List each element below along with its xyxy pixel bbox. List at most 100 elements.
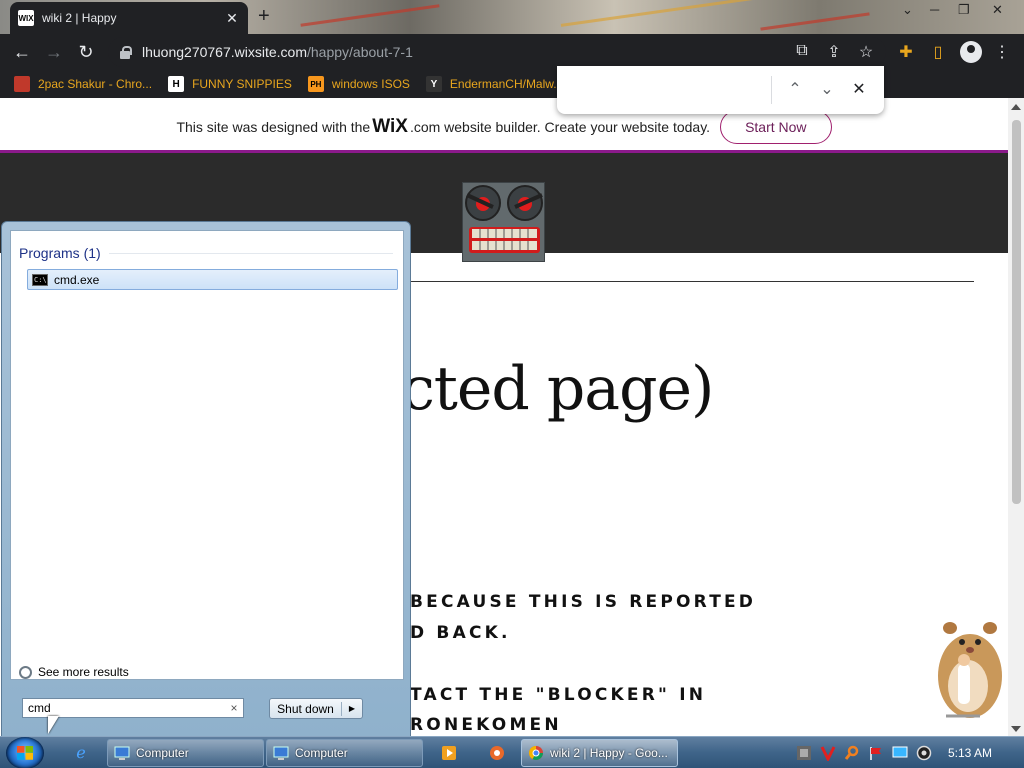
browser-tab[interactable]: WIX wiki 2 | Happy ✕ — [10, 2, 248, 34]
mouse-cursor-icon — [48, 716, 59, 734]
tray-app-icon[interactable] — [796, 745, 812, 761]
bookmark-item[interactable]: Y EndermanCH/Malw... — [425, 76, 564, 92]
youtube-icon: Y — [425, 76, 442, 92]
taskbar: ℯ Computer Computer wiki 2 | Happy - Goo… — [0, 736, 1024, 768]
see-more-label: See more results — [38, 665, 129, 679]
url-domain: lhuong270767.wixsite.com — [142, 44, 307, 60]
body-line: BECAUSE THIS IS REPORTED — [410, 592, 757, 612]
forward-arrow-icon[interactable]: → — [38, 36, 70, 68]
address-bar[interactable]: lhuong270767.wixsite.com/happy/about-7-1 — [108, 37, 886, 67]
page-scrollbar[interactable] — [1008, 98, 1024, 736]
start-search-input[interactable] — [23, 699, 225, 717]
browser-toolbar: ← → ↻ lhuong270767.wixsite.com/happy/abo… — [0, 34, 1024, 70]
ph-icon: PH — [307, 76, 324, 92]
start-menu-results: Programs (1) C:\ cmd.exe See more result… — [10, 230, 404, 680]
tray-v-icon[interactable] — [820, 745, 836, 761]
wallpaper-scribble — [560, 0, 760, 27]
tray-search-icon[interactable] — [844, 745, 860, 761]
bookmark-label: 2pac Shakur - Chro... — [38, 77, 153, 91]
tab-search-icon[interactable]: ⌄ — [902, 2, 913, 18]
taskbar-label: Computer — [136, 746, 189, 760]
shutdown-button[interactable]: Shut down ▶ — [269, 698, 363, 719]
body-line: RONEKOMEN — [410, 715, 562, 735]
wix-logo: WiX — [372, 116, 408, 137]
find-previous-icon[interactable]: ⌃ — [783, 78, 807, 102]
scroll-down-arrow-icon[interactable] — [1011, 726, 1021, 732]
tray-speaker-icon[interactable] — [916, 745, 932, 761]
tray-flag-icon[interactable] — [868, 745, 884, 761]
back-arrow-icon[interactable]: ← — [6, 36, 38, 68]
start-menu: Programs (1) C:\ cmd.exe See more result… — [1, 221, 411, 738]
start-search-box[interactable]: × — [22, 698, 244, 718]
robot-face-logo — [462, 182, 545, 262]
find-input[interactable] — [567, 76, 767, 104]
hamster-image — [920, 616, 1008, 726]
wallpaper-scribble — [760, 12, 870, 31]
internet-explorer-icon[interactable]: ℯ — [68, 741, 94, 765]
find-bar: ⌃ ⌄ ✕ — [557, 66, 884, 114]
find-next-icon[interactable]: ⌄ — [815, 78, 839, 102]
tray-monitor-icon[interactable] — [892, 745, 908, 761]
banner-text-post: .com website builder. Create your websit… — [409, 119, 711, 135]
banner-text-pre: This site was designed with the — [176, 119, 371, 135]
start-now-button[interactable]: Start Now — [720, 110, 832, 144]
taskbar-button-computer[interactable]: Computer — [107, 739, 264, 767]
programs-heading: Programs (1) — [19, 245, 101, 261]
content-divider — [410, 281, 974, 282]
h-letter-icon: H — [168, 76, 185, 92]
taskbar-clock[interactable]: 5:13 AM — [948, 746, 992, 760]
bookmark-item[interactable]: H FUNNY SNIPPIES — [168, 76, 292, 92]
find-in-page-icon[interactable]: ⧉ — [792, 42, 812, 60]
wix-favicon-icon: WIX — [18, 10, 34, 26]
scroll-up-arrow-icon[interactable] — [1011, 104, 1021, 110]
tab-close-icon[interactable]: ✕ — [224, 10, 240, 27]
taskbar-button-computer[interactable]: Computer — [266, 739, 423, 767]
bookmark-label: FUNNY SNIPPIES — [192, 77, 292, 91]
menu-kebab-icon[interactable]: ⋮ — [992, 42, 1012, 62]
bookmark-item[interactable]: 2pac Shakur - Chro... — [14, 76, 152, 92]
url-path: /happy/about-7-1 — [307, 44, 413, 60]
side-panel-icon[interactable]: ▯ — [928, 42, 948, 62]
taskbar-label: Computer — [295, 746, 348, 760]
start-orb-button[interactable] — [6, 737, 44, 768]
maximize-button[interactable]: ❐ — [958, 2, 970, 18]
taskbar-label: wiki 2 | Happy - Goo... — [550, 746, 668, 760]
clear-search-icon[interactable]: × — [225, 701, 243, 715]
tab-strip: WIX wiki 2 | Happy ✕ + ⌄ ─ ❐ ✕ — [0, 0, 1024, 34]
reload-icon[interactable]: ↻ — [70, 36, 102, 68]
lock-icon[interactable] — [118, 45, 132, 59]
result-label: cmd.exe — [54, 272, 100, 287]
chrome-icon — [529, 746, 543, 760]
bookmark-label: EndermanCH/Malw... — [449, 77, 564, 91]
new-tab-button[interactable]: + — [258, 6, 270, 26]
taskbar-button-chrome[interactable]: wiki 2 | Happy - Goo... — [521, 739, 678, 767]
computer-icon — [114, 746, 130, 760]
see-more-results-link[interactable]: See more results — [19, 665, 129, 679]
body-line: D BACK. — [410, 623, 511, 643]
scroll-thumb[interactable] — [1012, 120, 1021, 504]
cmd-console-icon: C:\ — [32, 273, 48, 286]
heading-rule — [109, 253, 393, 254]
wallpaper-scribble — [300, 4, 440, 27]
find-close-icon[interactable]: ✕ — [847, 78, 871, 102]
extensions-puzzle-icon[interactable]: ✚ — [896, 42, 916, 62]
tab-title: wiki 2 | Happy — [42, 11, 117, 25]
body-line: TACT THE "BLOCKER" IN — [410, 685, 707, 705]
bookmark-item[interactable]: PH windows ISOS — [307, 76, 410, 92]
computer-icon — [273, 746, 289, 760]
minimize-button[interactable]: ─ — [930, 2, 939, 17]
app-pinned-icon[interactable] — [484, 741, 510, 765]
find-separator — [771, 76, 772, 104]
page-title: icted page) — [383, 354, 714, 424]
media-player-icon[interactable] — [436, 741, 462, 765]
shutdown-label[interactable]: Shut down — [270, 701, 342, 716]
share-icon[interactable]: ⇪ — [824, 42, 844, 62]
profile-avatar-icon[interactable] — [960, 41, 982, 63]
bookmark-star-icon[interactable]: ☆ — [856, 42, 876, 62]
cmd-result-item[interactable]: C:\ cmd.exe — [27, 269, 398, 290]
magnifier-icon — [19, 665, 32, 679]
close-window-button[interactable]: ✕ — [992, 2, 1003, 18]
tupac-icon — [14, 76, 30, 92]
bookmark-label: windows ISOS — [331, 77, 410, 91]
shutdown-options-arrow-icon[interactable]: ▶ — [342, 704, 362, 713]
